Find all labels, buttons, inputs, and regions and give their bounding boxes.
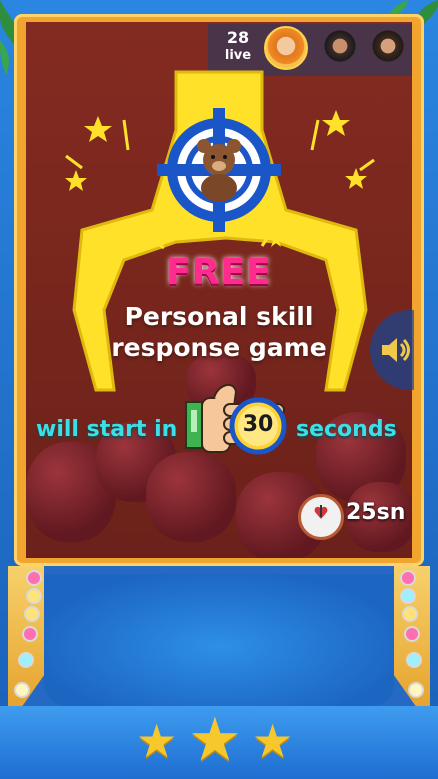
prize-tray: [44, 574, 394, 706]
clock-icon: [298, 494, 344, 540]
light-bulb-icon: [26, 570, 42, 586]
light-bulb-icon: [408, 682, 424, 698]
light-bulb-icon: [404, 626, 420, 642]
light-bulb-icon: [14, 682, 30, 698]
light-bulb-icon: [26, 588, 42, 604]
viewer-avatar-icon[interactable]: [370, 28, 406, 64]
start-suffix-text: seconds: [296, 417, 397, 442]
light-bulb-icon: [400, 570, 416, 586]
light-bulb-icon: [22, 626, 38, 642]
countdown-text: 25sn: [346, 500, 406, 525]
start-timer-value: 30: [242, 412, 274, 437]
live-count: 28: [226, 28, 250, 47]
promo-subtitle-line2: response game: [111, 333, 327, 362]
promo-subtitle-line1: Personal skill: [124, 302, 314, 331]
light-bulb-icon: [400, 588, 416, 604]
start-prefix-text: will start in: [36, 417, 178, 442]
light-bulb-icon: [24, 606, 40, 622]
speaker-icon: [382, 338, 410, 362]
viewer-avatar-icon[interactable]: [322, 28, 358, 64]
star-icon: ★: [136, 714, 178, 768]
promo-headline: FREE: [166, 252, 272, 293]
light-bulb-icon: [18, 652, 34, 668]
light-bulb-icon: [402, 606, 418, 622]
star-icon: ★: [188, 705, 242, 775]
star-icon: ★: [252, 714, 294, 768]
light-bulb-icon: [406, 652, 422, 668]
